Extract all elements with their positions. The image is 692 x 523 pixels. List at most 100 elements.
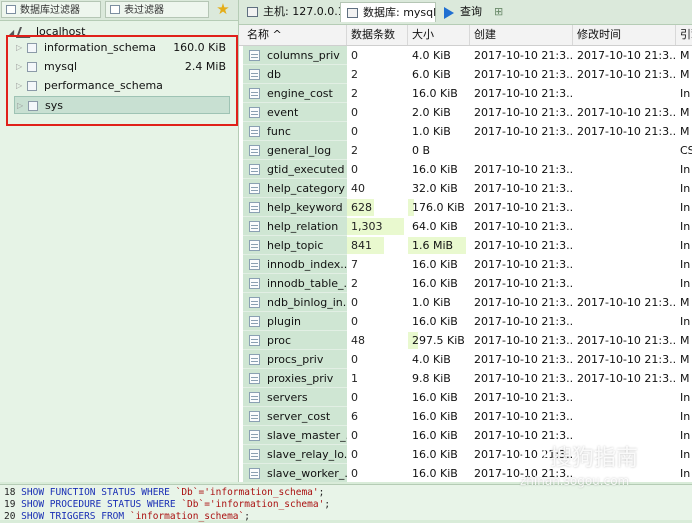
created-time: 2017-10-10 21:3... <box>470 388 573 407</box>
table-row[interactable]: gtid_executed 0 16.0 KiB 2017-10-10 21:3...… <box>239 160 692 179</box>
star-icon[interactable]: ★ <box>212 1 234 18</box>
table-name[interactable]: gtid_executed <box>243 160 347 179</box>
table-size: 16.0 KiB <box>408 274 470 293</box>
table-icon <box>249 202 260 213</box>
table-row[interactable]: event 0 2.0 KiB 2017-10-10 21:3... 2017-10-1… <box>239 103 692 122</box>
table-row[interactable]: func 0 1.0 KiB 2017-10-10 21:3... 2017-10-10… <box>239 122 692 141</box>
table-icon <box>249 392 260 403</box>
engine: M <box>676 350 692 369</box>
table-row[interactable]: plugin 0 16.0 KiB 2017-10-10 21:3... In <box>239 312 692 331</box>
table-icon <box>249 183 260 194</box>
cell-value: M <box>680 125 690 138</box>
table-name[interactable]: help_topic <box>243 236 347 255</box>
table-row[interactable]: innodb_table_... 2 16.0 KiB 2017-10-10 21:3… <box>239 274 692 293</box>
table-row[interactable]: ndb_binlog_in... 0 1.0 KiB 2017-10-10 21:3.… <box>239 293 692 312</box>
created-time: 2017-10-10 21:3... <box>470 312 573 331</box>
table-icon <box>249 164 260 175</box>
table-size: 16.0 KiB <box>408 84 470 103</box>
created-time: 2017-10-10 21:3... <box>470 179 573 198</box>
table-name[interactable]: server_cost <box>243 407 347 426</box>
column-header-engine[interactable]: 引擎 <box>676 25 692 45</box>
table-row[interactable]: slave_relay_lo... 0 16.0 KiB 2017-10-10 21:… <box>239 445 692 464</box>
created-time: 2017-10-10 21:3... <box>470 350 573 369</box>
created-time: 2017-10-10 21:3... <box>470 369 573 388</box>
table-icon <box>249 107 260 118</box>
cell-value: 2 <box>351 277 358 290</box>
column-header-size[interactable]: 大小 <box>408 25 470 45</box>
table-row[interactable]: proxies_priv 1 9.8 KiB 2017-10-10 21:3... 20… <box>239 369 692 388</box>
table-name[interactable]: slave_worker_... <box>243 464 347 482</box>
cell-value: In <box>680 258 691 271</box>
cell-value: help_topic <box>267 239 324 252</box>
cell-value: help_relation <box>267 220 339 233</box>
filter-icon <box>6 5 16 14</box>
table-row[interactable]: slave_worker_... 0 16.0 KiB 2017-10-10 21:3… <box>239 464 692 482</box>
table-row[interactable]: db 2 6.0 KiB 2017-10-10 21:3... 2017-10-10 2… <box>239 65 692 84</box>
sql-log[interactable]: 18 SHOW FUNCTION STATUS WHERE `Db`='info… <box>0 484 692 522</box>
table-name[interactable]: event <box>243 103 347 122</box>
table-row[interactable]: slave_master_... 0 16.0 KiB 2017-10-10 21:3… <box>239 426 692 445</box>
cell-value: 0 <box>351 429 358 442</box>
table-name[interactable]: help_category <box>243 179 347 198</box>
cell-value: innodb_table_... <box>267 277 347 290</box>
table-row[interactable]: help_relation 1,303 64.0 KiB 2017-10-10 21:… <box>239 217 692 236</box>
table-name[interactable]: engine_cost <box>243 84 347 103</box>
cell-value: 2017-10-10 21:3... <box>474 220 573 233</box>
table-row[interactable]: servers 0 16.0 KiB 2017-10-10 21:3... In <box>239 388 692 407</box>
column-header-created[interactable]: 创建 <box>470 25 573 45</box>
table-name[interactable]: general_log <box>243 141 347 160</box>
column-header-rows[interactable]: 数据条数 <box>347 25 408 45</box>
tab-database[interactable]: 数据库: mysql <box>340 2 436 22</box>
cell-value: 0 <box>351 163 358 176</box>
table-name[interactable]: slave_relay_lo... <box>243 445 347 464</box>
table-name[interactable]: innodb_table_... <box>243 274 347 293</box>
cell-value: 2017-10-10 21:3... <box>474 125 573 138</box>
column-header-modified[interactable]: 修改时间 <box>573 25 676 45</box>
table-name[interactable]: columns_priv <box>243 46 347 65</box>
tab-query-label: 查询 <box>460 5 482 18</box>
cell-value: innodb_index... <box>267 258 347 271</box>
table-icon <box>249 259 260 270</box>
table-name[interactable]: servers <box>243 388 347 407</box>
table-list-grid[interactable]: 名称 ^数据条数大小创建修改时间引擎 columns_priv 0 4.0 KiB 2… <box>239 25 692 482</box>
table-name[interactable]: help_relation <box>243 217 347 236</box>
new-query-tab-button[interactable]: ⊞ <box>488 2 510 22</box>
cell-value: M <box>680 353 690 366</box>
table-name[interactable]: innodb_index... <box>243 255 347 274</box>
table-name[interactable]: slave_master_... <box>243 426 347 445</box>
table-name[interactable]: func <box>243 122 347 141</box>
table-name[interactable]: db <box>243 65 347 84</box>
table-row[interactable]: proc 48 297.5 KiB 2017-10-10 21:3... 2017-10… <box>239 331 692 350</box>
database-filter-tab[interactable]: 数据库过滤器 <box>1 1 101 18</box>
table-row[interactable]: general_log 2 0 B CS <box>239 141 692 160</box>
sql-token: ; <box>318 487 325 498</box>
table-row[interactable]: server_cost 6 16.0 KiB 2017-10-10 21:3... In <box>239 407 692 426</box>
cell-value: 2017-10-10 21:3... <box>474 372 573 385</box>
table-row[interactable]: help_category 40 32.0 KiB 2017-10-10 21:3..… <box>239 179 692 198</box>
table-row[interactable]: help_topic 841 1.6 MiB 2017-10-10 21:3... In <box>239 236 692 255</box>
cell-value: 2017-10-10 21:3... <box>577 372 676 385</box>
table-name[interactable]: help_keyword <box>243 198 347 217</box>
table-row[interactable]: columns_priv 0 4.0 KiB 2017-10-10 21:3... 20… <box>239 46 692 65</box>
modified-time <box>573 141 676 160</box>
table-name[interactable]: proc <box>243 331 347 350</box>
column-header-name[interactable]: 名称 ^ <box>243 25 347 45</box>
table-name[interactable]: proxies_priv <box>243 369 347 388</box>
table-name[interactable]: ndb_binlog_in... <box>243 293 347 312</box>
table-row[interactable]: help_keyword 628 176.0 KiB 2017-10-10 21:3.… <box>239 198 692 217</box>
table-name[interactable]: procs_priv <box>243 350 347 369</box>
tab-host[interactable]: 主机: 127.0.0.1 <box>241 2 345 22</box>
cell-value: 2017-10-10 21:3... <box>474 429 573 442</box>
table-row[interactable]: engine_cost 2 16.0 KiB 2017-10-10 21:3... In <box>239 84 692 103</box>
sql-token: ; <box>244 511 250 522</box>
tab-query[interactable]: 查询 <box>438 2 484 22</box>
table-filter-tab[interactable]: 表过滤器 <box>105 1 209 18</box>
engine: In <box>676 255 692 274</box>
cell-value: In <box>680 391 691 404</box>
row-count: 0 <box>347 445 408 464</box>
cell-value: slave_worker_... <box>267 467 347 480</box>
table-row[interactable]: procs_priv 0 4.0 KiB 2017-10-10 21:3... 2017… <box>239 350 692 369</box>
table-name[interactable]: plugin <box>243 312 347 331</box>
cell-value: 1.0 KiB <box>412 296 451 309</box>
table-row[interactable]: innodb_index... 7 16.0 KiB 2017-10-10 21:3.… <box>239 255 692 274</box>
